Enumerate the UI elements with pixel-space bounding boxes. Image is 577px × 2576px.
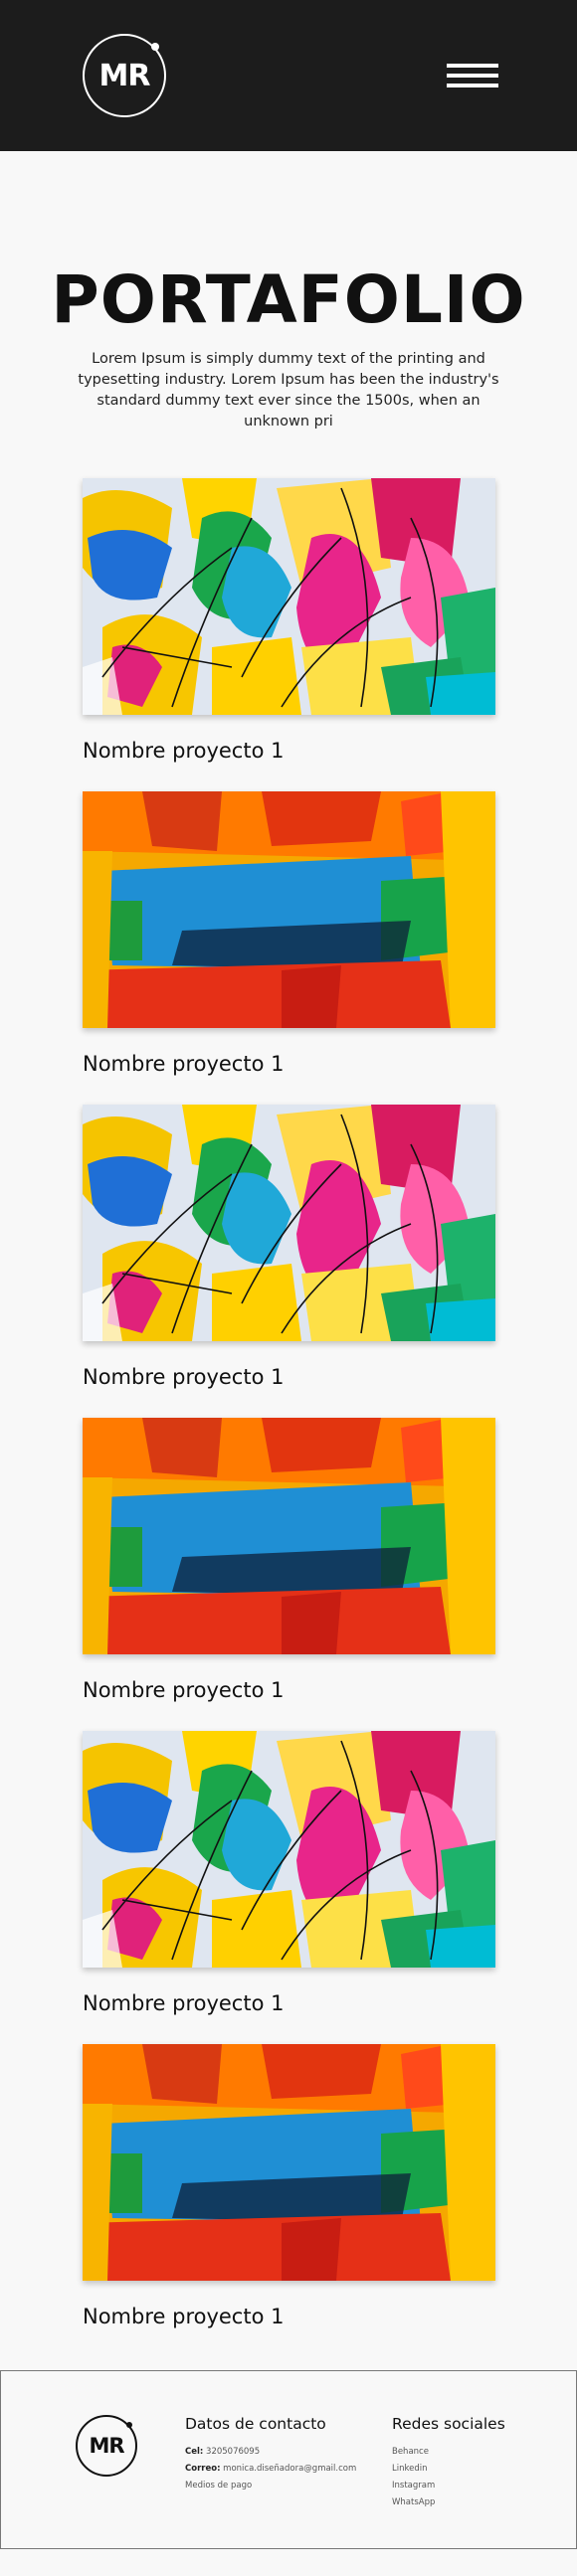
footer-logo[interactable]: MR: [76, 2415, 137, 2477]
project-card: Nombre proyecto 1: [83, 1418, 495, 1731]
project-image[interactable]: [83, 1105, 495, 1341]
project-card: Nombre proyecto 1: [83, 791, 495, 1105]
menu-bar: [447, 84, 498, 87]
menu-bar: [447, 64, 498, 68]
project-image[interactable]: [83, 1731, 495, 1968]
logo[interactable]: MR: [83, 34, 166, 117]
social-link-behance[interactable]: Behance: [392, 2444, 505, 2461]
abstract-painting-light: [83, 1731, 495, 1968]
logo-dot-icon: [126, 2422, 132, 2428]
project-name[interactable]: Nombre proyecto 1: [83, 2305, 495, 2328]
page-description: Lorem Ipsum is simply dummy text of the …: [78, 351, 499, 429]
footer-logo-text: MR: [89, 2434, 124, 2458]
project-name[interactable]: Nombre proyecto 1: [83, 1365, 495, 1389]
contact-column: Datos de contacto Cel: 3205076095 Correo…: [185, 2415, 356, 2494]
abstract-painting-light: [83, 1105, 495, 1341]
social-link-linkedin[interactable]: Linkedin: [392, 2461, 505, 2478]
abstract-painting-warm: [83, 791, 495, 1028]
project-image[interactable]: [83, 1418, 495, 1654]
social-link-instagram[interactable]: Instagram: [392, 2478, 505, 2494]
project-list: Nombre proyecto 1 Nombre proyecto 1 Nomb…: [0, 432, 577, 2357]
abstract-painting-warm: [83, 2044, 495, 2281]
abstract-painting-warm: [83, 1418, 495, 1654]
social-title: Redes sociales: [392, 2415, 505, 2433]
payment-methods-link[interactable]: Medios de pago: [185, 2478, 356, 2494]
project-card: Nombre proyecto 1: [83, 1105, 495, 1418]
logo-dot-icon: [151, 43, 159, 51]
social-link-whatsapp[interactable]: WhatsApp: [392, 2494, 505, 2511]
project-name[interactable]: Nombre proyecto 1: [83, 1052, 495, 1076]
site-header: MR: [0, 0, 577, 151]
project-image[interactable]: [83, 791, 495, 1028]
project-card: Nombre proyecto 1: [83, 2044, 495, 2357]
contact-phone: Cel: 3205076095: [185, 2444, 356, 2461]
hamburger-menu-icon[interactable]: [447, 64, 498, 87]
project-card: Nombre proyecto 1: [83, 478, 495, 791]
logo-text: MR: [98, 58, 151, 93]
menu-bar: [447, 74, 498, 78]
phone-value: 3205076095: [206, 2447, 261, 2457]
phone-label: Cel:: [185, 2447, 204, 2457]
project-name[interactable]: Nombre proyecto 1: [83, 739, 495, 763]
contact-title: Datos de contacto: [185, 2415, 326, 2433]
project-name[interactable]: Nombre proyecto 1: [83, 1678, 495, 1702]
email-label: Correo:: [185, 2464, 221, 2474]
project-image[interactable]: [83, 478, 495, 715]
site-footer: MR Datos de contacto Cel: 3205076095 Cor…: [0, 2370, 577, 2549]
email-link[interactable]: monica.diseñadora@gmail.com: [223, 2464, 356, 2474]
abstract-painting-light: [83, 478, 495, 715]
contact-email: Correo: monica.diseñadora@gmail.com: [185, 2461, 356, 2478]
social-column: Redes sociales Behance Linkedin Instagra…: [392, 2415, 505, 2511]
project-image[interactable]: [83, 2044, 495, 2281]
project-card: Nombre proyecto 1: [83, 1731, 495, 2044]
project-name[interactable]: Nombre proyecto 1: [83, 1991, 495, 2015]
page-title: PORTAFOLIO: [51, 261, 526, 338]
hero-section: PORTAFOLIO Lorem Ipsum is simply dummy t…: [0, 151, 577, 432]
